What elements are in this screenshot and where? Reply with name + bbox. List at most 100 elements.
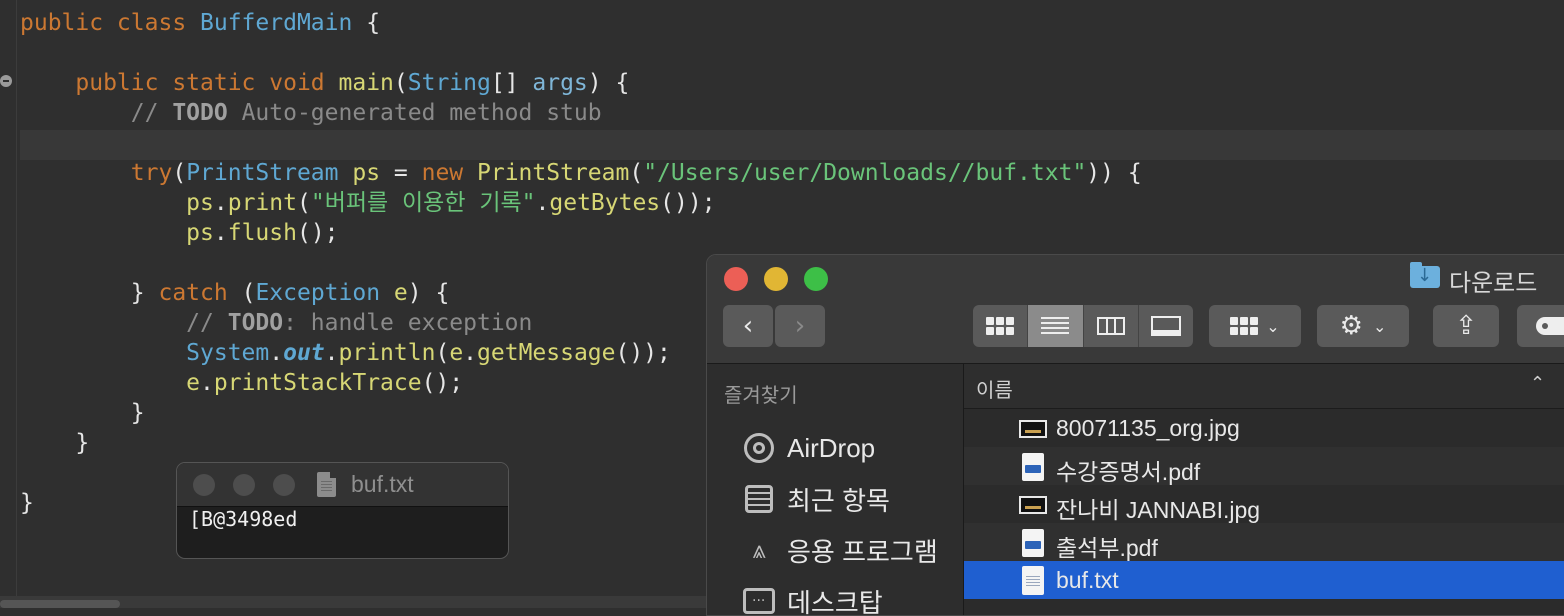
code-token: )) { <box>1086 160 1141 186</box>
file-name: buf.txt <box>1056 567 1119 594</box>
code-line[interactable]: } catch (Exception e) { <box>20 278 449 308</box>
desktop-icon <box>743 588 775 614</box>
sidebar-item-recents[interactable]: 최근 항목 <box>741 481 890 517</box>
sort-chevron-up-icon[interactable]: ⌃ <box>1530 373 1545 394</box>
recents-icon <box>745 485 773 513</box>
column-header-label: 이름 <box>976 374 1013 403</box>
code-token: } <box>20 490 34 516</box>
code-token: args <box>532 70 587 96</box>
code-token: public static void <box>20 70 339 96</box>
code-token: e <box>394 280 408 306</box>
code-token: try <box>20 160 172 186</box>
code-token: println <box>339 340 436 366</box>
file-row[interactable]: 80071135_org.jpg <box>964 409 1564 447</box>
code-line[interactable]: } <box>20 398 145 428</box>
share-button[interactable]: ⇪ <box>1433 305 1499 347</box>
column-view-button[interactable] <box>1084 305 1139 347</box>
code-token: = <box>380 160 422 186</box>
list-view-button[interactable] <box>1028 305 1083 347</box>
code-token: // <box>20 100 172 126</box>
code-line[interactable]: // TODO Auto-generated method stub <box>20 98 602 128</box>
text-preview-window[interactable]: buf.txt [B@3498ed <box>176 462 509 559</box>
code-token: : handle exception <box>283 310 532 336</box>
code-token: . <box>214 190 228 216</box>
fold-collapse-icon[interactable] <box>0 75 12 87</box>
share-icon: ⇪ <box>1455 311 1477 341</box>
code-token: ( <box>172 160 186 186</box>
file-row[interactable]: 수강증명서.pdf <box>964 447 1564 485</box>
gallery-view-button[interactable] <box>1139 305 1193 347</box>
file-row[interactable]: 잔나비 JANNABI.jpg <box>964 485 1564 523</box>
code-token: } <box>20 280 158 306</box>
minimize-button[interactable] <box>764 267 788 291</box>
image-file-icon <box>1019 420 1047 438</box>
gear-icon: ⚙ <box>1340 311 1363 341</box>
code-token: (); <box>422 370 464 396</box>
code-token: { <box>352 10 380 36</box>
code-line[interactable]: // TODO: handle exception <box>20 308 532 338</box>
code-token: . <box>214 220 228 246</box>
code-token: ()); <box>616 340 671 366</box>
icon-view-button[interactable] <box>973 305 1028 347</box>
column-header-name[interactable]: 이름 ⌃ <box>964 364 1564 409</box>
file-row-selected[interactable]: buf.txt <box>964 561 1564 599</box>
sidebar-item-label: 데스크탑 <box>787 583 883 616</box>
sidebar-item-airdrop[interactable]: AirDrop <box>741 430 875 466</box>
code-line[interactable]: e.printStackTrace(); <box>20 368 463 398</box>
code-token: . <box>269 340 283 366</box>
zoom-button[interactable] <box>273 474 295 496</box>
action-button[interactable]: ⚙ ⌄ <box>1317 305 1409 347</box>
scrollbar-thumb[interactable] <box>0 600 120 608</box>
code-token: (); <box>297 220 339 246</box>
code-token: ) { <box>408 280 450 306</box>
pdf-file-icon <box>1022 529 1044 557</box>
code-line[interactable]: public static void main(String[] args) { <box>20 68 629 98</box>
zoom-button[interactable] <box>804 267 828 291</box>
code-line[interactable]: System.out.println(e.getMessage()); <box>20 338 671 368</box>
text-window-titlebar[interactable]: buf.txt <box>177 463 508 507</box>
code-line[interactable]: } <box>20 428 89 458</box>
code-token: PrintStream <box>477 160 629 186</box>
code-token: . <box>325 340 339 366</box>
code-line[interactable]: public class BufferdMain { <box>20 8 380 38</box>
code-token: // <box>20 310 228 336</box>
sidebar-item-applications[interactable]: ⩓ 응용 프로그램 <box>741 532 938 568</box>
code-token: ( <box>394 70 408 96</box>
code-token: main <box>339 70 394 96</box>
file-row[interactable]: 출석부.pdf <box>964 523 1564 561</box>
code-token: } <box>20 430 89 456</box>
code-token: getBytes <box>549 190 660 216</box>
code-token: ( <box>242 280 256 306</box>
code-line[interactable]: try(PrintStream ps = new PrintStream("/U… <box>20 158 1142 188</box>
tag-button[interactable] <box>1517 305 1564 347</box>
file-name: 80071135_org.jpg <box>1056 415 1240 442</box>
sidebar-item-label: AirDrop <box>787 433 875 464</box>
code-token: TODO <box>172 100 227 126</box>
code-token: e <box>20 370 200 396</box>
code-token: . <box>536 190 550 216</box>
editor-gutter <box>16 0 17 596</box>
list-icon <box>1041 317 1069 335</box>
grid-icon <box>986 317 1014 335</box>
code-line[interactable]: ps.print("버퍼를 이용한 기록".getBytes()); <box>20 188 716 218</box>
text-window-content[interactable]: [B@3498ed <box>189 507 297 531</box>
forward-button[interactable]: › <box>775 305 825 347</box>
finder-window[interactable]: 다운로드 ‹ › ⌄ ⚙ ⌄ ⇪ <box>706 254 1564 616</box>
columns-icon <box>1097 317 1125 335</box>
minimize-button[interactable] <box>233 474 255 496</box>
code-token: Auto-generated method stub <box>228 100 602 126</box>
code-token: ) { <box>588 70 630 96</box>
finder-sidebar: 즐겨찾기 AirDrop 최근 항목 ⩓ 응용 프로그램 데스크탑 <box>707 364 964 616</box>
code-line[interactable]: } <box>20 488 34 518</box>
sidebar-item-desktop[interactable]: 데스크탑 <box>741 583 883 616</box>
close-button[interactable] <box>193 474 215 496</box>
view-mode-selector[interactable] <box>973 305 1193 347</box>
group-by-button[interactable]: ⌄ <box>1209 305 1301 347</box>
back-button[interactable]: ‹ <box>723 305 773 347</box>
close-button[interactable] <box>724 267 748 291</box>
code-token: public class <box>20 10 200 36</box>
code-line[interactable]: ps.flush(); <box>20 218 339 248</box>
file-list[interactable]: 이름 ⌃ 80071135_org.jpg 수강증명서.pdf 잔나비 JANN… <box>964 364 1564 616</box>
sidebar-heading-favorites: 즐겨찾기 <box>724 379 798 408</box>
current-line-highlight <box>20 130 1564 160</box>
